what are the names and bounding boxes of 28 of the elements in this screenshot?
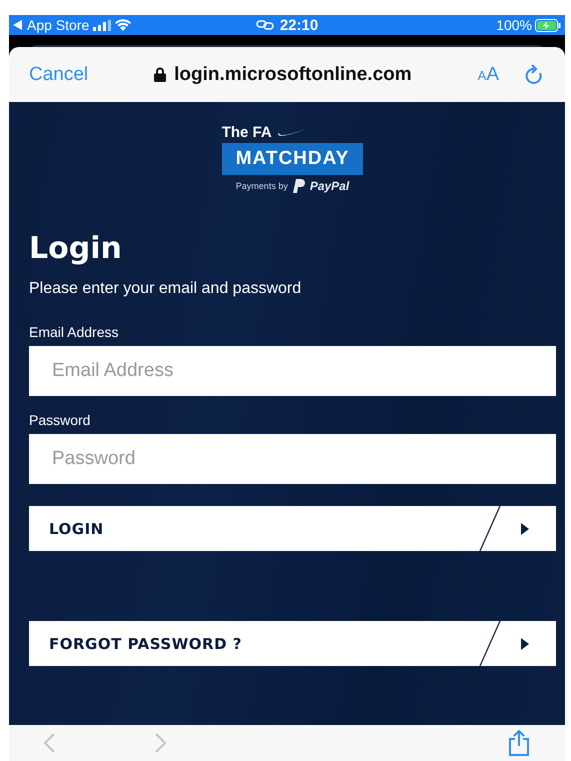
lock-icon — [154, 67, 166, 82]
play-arrow-icon — [520, 522, 530, 534]
signal-icon — [93, 20, 112, 30]
battery-percent: 100% — [496, 17, 532, 33]
status-time: 22:10 — [280, 16, 318, 34]
brand-text: The FA — [222, 124, 272, 141]
input-field[interactable]: Email Address — [29, 346, 556, 396]
back-arrow-icon[interactable] — [13, 20, 23, 30]
wifi-icon — [115, 19, 132, 31]
paypal-icon — [292, 179, 305, 193]
share-icon[interactable] — [507, 730, 531, 756]
login-button[interactable]: LOGIN — [29, 506, 556, 551]
field-label: Password — [29, 412, 92, 428]
paypal-text: PayPal — [310, 179, 350, 193]
input-field[interactable]: Password — [29, 434, 556, 484]
field-label: Email Address — [29, 324, 120, 340]
play-arrow-icon — [520, 638, 530, 650]
slash-divider-icon — [478, 506, 502, 551]
url-address[interactable]: login.microsoftonline.com — [174, 64, 412, 86]
matchday-logo: MATCHDAY — [222, 143, 364, 175]
slash-divider-icon — [478, 621, 502, 666]
link-icon — [256, 20, 274, 30]
login-heading: Login — [29, 231, 123, 266]
payments-text: Payments by — [236, 181, 288, 191]
intro-text: Please enter your email and password — [29, 280, 302, 298]
back-app-label[interactable]: App Store — [27, 17, 90, 33]
forgot-password-button[interactable]: FORGOT PASSWORD ? — [29, 621, 556, 666]
battery-icon — [535, 18, 561, 32]
